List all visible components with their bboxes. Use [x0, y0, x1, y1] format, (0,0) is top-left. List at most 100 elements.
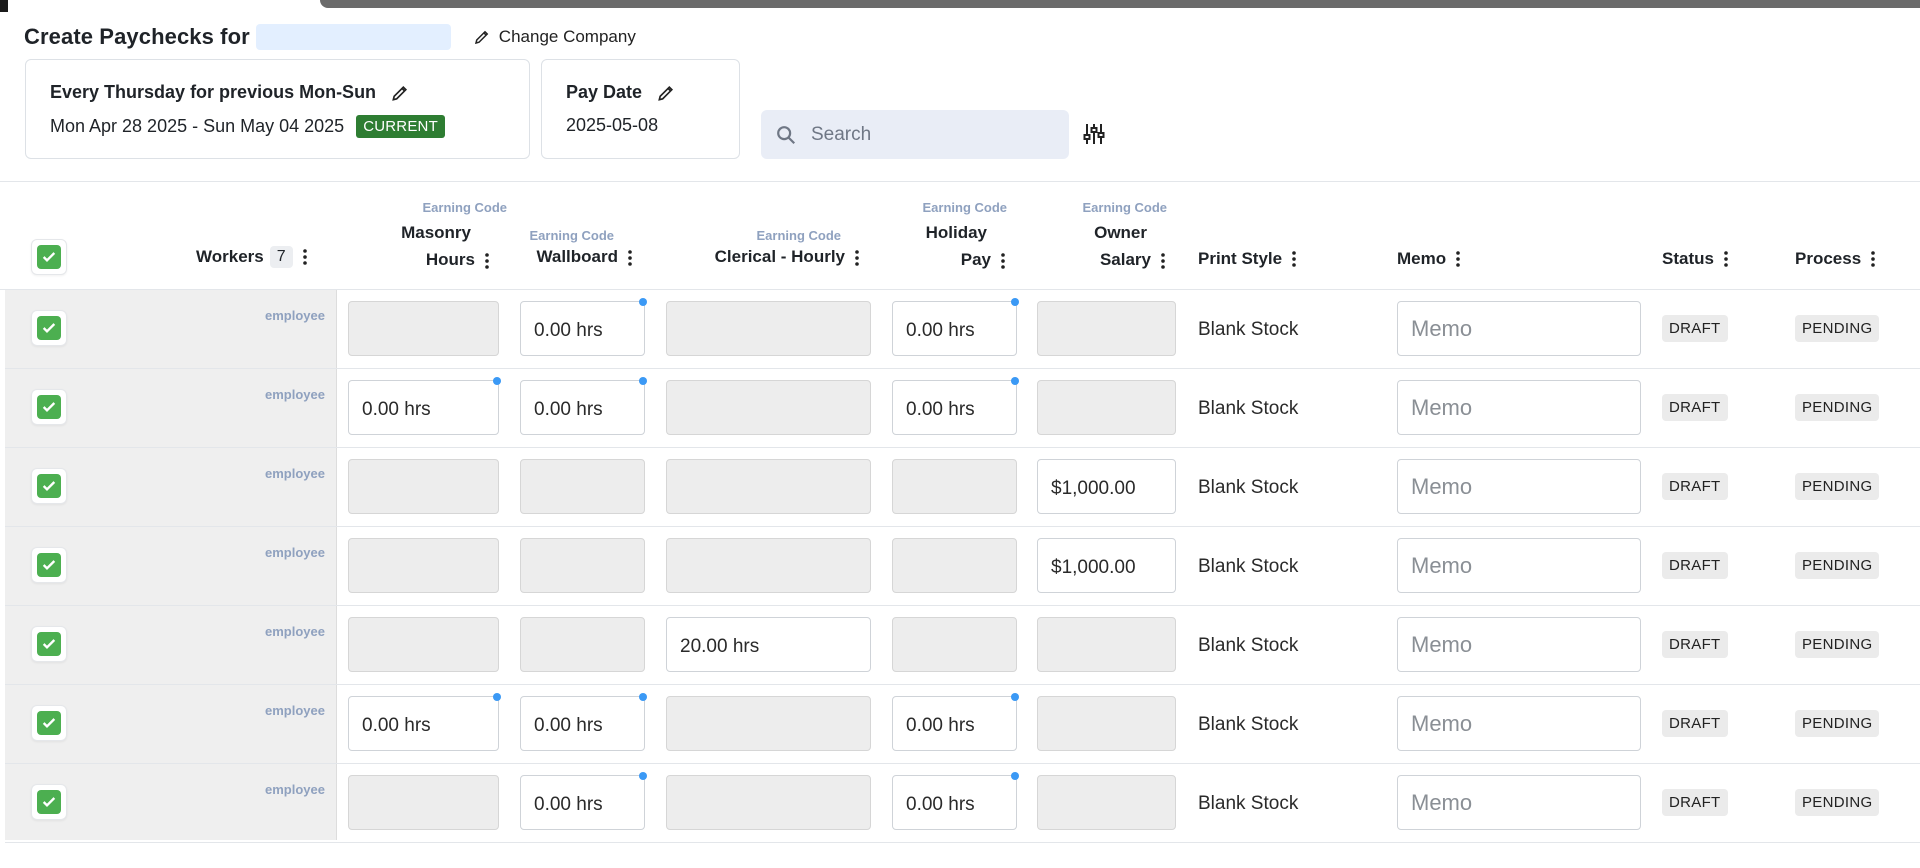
masonry-column-menu-icon[interactable] [485, 252, 489, 269]
modified-indicator [1011, 693, 1019, 701]
column-header-wallboard[interactable]: Earning Code Wallboard [529, 228, 632, 270]
clerical-column-menu-icon[interactable] [855, 249, 859, 266]
company-name-redacted [255, 24, 451, 50]
wallboard-label: Wallboard [536, 247, 618, 266]
wallboard-input[interactable]: 0.00 hrs [520, 377, 647, 435]
masonry-hours-input[interactable]: 0.00 hrs [348, 377, 501, 435]
masonry-hours-input [348, 459, 499, 514]
edit-pay-period-icon[interactable] [390, 83, 410, 103]
holiday-pay-input[interactable]: 0.00 hrs [892, 693, 1019, 751]
memo-input[interactable]: Memo [1397, 459, 1641, 514]
print-style-value[interactable]: Blank Stock [1198, 398, 1298, 420]
print-style-value[interactable]: Blank Stock [1198, 793, 1298, 815]
wallboard-input[interactable]: 0.00 hrs [520, 772, 647, 830]
window-top-edge [0, 0, 1920, 12]
print-style-value[interactable]: Blank Stock [1198, 714, 1298, 736]
clerical-input [666, 696, 871, 751]
window-corner [0, 0, 8, 12]
owner-salary-input [1037, 380, 1176, 435]
pay-period-range: Mon Apr 28 2025 - Sun May 04 2025 [50, 116, 345, 136]
clerical-input[interactable]: 20.00 hrs [666, 617, 871, 672]
edit-pay-date-icon[interactable] [656, 83, 676, 103]
change-company-label: Change Company [498, 27, 636, 46]
owner-salary-input [1037, 617, 1176, 672]
print-style-value[interactable]: Blank Stock [1198, 477, 1298, 499]
workers-count-badge: 7 [269, 246, 293, 268]
masonry-hours-input [348, 775, 499, 830]
holiday-label-1: Holiday [925, 223, 987, 242]
worker-type-label: employee [265, 782, 325, 797]
owner-salary-input[interactable]: $1,000.00 [1037, 538, 1176, 593]
print-style-value[interactable]: Blank Stock [1198, 319, 1298, 341]
cell-value: 0.00 hrs [362, 399, 431, 420]
column-header-clerical[interactable]: Earning Code Clerical - Hourly [715, 228, 859, 270]
wallboard-input[interactable]: 0.00 hrs [520, 693, 647, 751]
status-column-menu-icon[interactable] [1724, 251, 1728, 267]
clerical-input [666, 380, 871, 435]
holiday-pay-input [892, 617, 1017, 672]
column-header-process[interactable]: Process [1795, 249, 1875, 269]
earning-code-label: Earning Code [529, 228, 614, 243]
column-header-workers[interactable]: Workers 7 [196, 246, 307, 268]
worker-type-label: employee [265, 308, 325, 323]
wallboard-column-menu-icon[interactable] [628, 249, 632, 266]
status-badge: DRAFT [1662, 631, 1728, 658]
memo-column-menu-icon[interactable] [1456, 251, 1460, 267]
search-input[interactable]: Search [761, 110, 1069, 159]
workers-column-menu-icon[interactable] [302, 249, 307, 265]
wallboard-input[interactable]: 0.00 hrs [520, 298, 647, 356]
holiday-pay-input[interactable]: 0.00 hrs [892, 298, 1019, 356]
memo-input[interactable]: Memo [1397, 538, 1641, 593]
owner-salary-input[interactable]: $1,000.00 [1037, 459, 1176, 514]
column-header-print-style[interactable]: Print Style [1198, 249, 1296, 269]
cell-value: 20.00 hrs [680, 636, 760, 657]
print-style-column-menu-icon[interactable] [1292, 251, 1296, 267]
worker-type-label: employee [265, 387, 325, 402]
modified-indicator [639, 298, 647, 306]
process-badge: PENDING [1795, 789, 1880, 816]
print-style-value[interactable]: Blank Stock [1198, 635, 1298, 657]
modified-indicator [1011, 298, 1019, 306]
holiday-pay-input[interactable]: 0.00 hrs [892, 772, 1019, 830]
workers-header-label: Workers [196, 247, 264, 266]
process-column-menu-icon[interactable] [1871, 251, 1875, 267]
table-row: employee 0.00 hrs 0.00 hrs 0.00 hrs Blan… [5, 685, 1920, 764]
filter-sliders-icon[interactable] [1083, 122, 1105, 146]
column-header-status[interactable]: Status [1662, 249, 1728, 269]
pencil-icon [474, 30, 489, 45]
cell-value: 0.00 hrs [906, 794, 975, 815]
process-badge: PENDING [1795, 552, 1880, 579]
memo-input[interactable]: Memo [1397, 696, 1641, 751]
modified-indicator [639, 693, 647, 701]
change-company-button[interactable]: Change Company [473, 27, 636, 47]
masonry-hours-input[interactable]: 0.00 hrs [348, 693, 501, 751]
memo-input[interactable]: Memo [1397, 617, 1641, 672]
search-icon [777, 125, 796, 144]
memo-input[interactable]: Memo [1397, 301, 1641, 356]
clerical-input [666, 538, 871, 593]
cell-value: 0.00 hrs [534, 715, 603, 736]
modified-indicator [493, 693, 501, 701]
table-row: employee 0.00 hrs 0.00 hrs Blank Stock M… [5, 764, 1920, 843]
cell-value: 0.00 hrs [906, 399, 975, 420]
holiday-pay-input[interactable]: 0.00 hrs [892, 377, 1019, 435]
process-badge: PENDING [1795, 473, 1880, 500]
cell-value: $1,000.00 [1051, 557, 1136, 578]
column-header-masonry[interactable]: Earning Code Masonry Hours [401, 200, 507, 273]
wallboard-input [520, 617, 645, 672]
owner-column-menu-icon[interactable] [1161, 252, 1165, 269]
holiday-column-menu-icon[interactable] [1001, 252, 1005, 269]
select-all-checkbox[interactable] [31, 239, 67, 275]
cell-value: 0.00 hrs [534, 794, 603, 815]
window-chrome-bar [320, 0, 1920, 8]
column-header-holiday-pay[interactable]: Earning Code Holiday Pay [922, 200, 1007, 273]
memo-input[interactable]: Memo [1397, 775, 1641, 830]
column-header-owner-salary[interactable]: Earning Code Owner Salary [1082, 200, 1167, 273]
column-header-memo[interactable]: Memo [1397, 249, 1460, 269]
check-icon [42, 252, 56, 262]
status-badge: DRAFT [1662, 552, 1728, 579]
memo-input[interactable]: Memo [1397, 380, 1641, 435]
pay-period-title: Every Thursday for previous Mon-Sun [50, 82, 377, 102]
header-divider [0, 181, 1920, 182]
print-style-value[interactable]: Blank Stock [1198, 556, 1298, 578]
